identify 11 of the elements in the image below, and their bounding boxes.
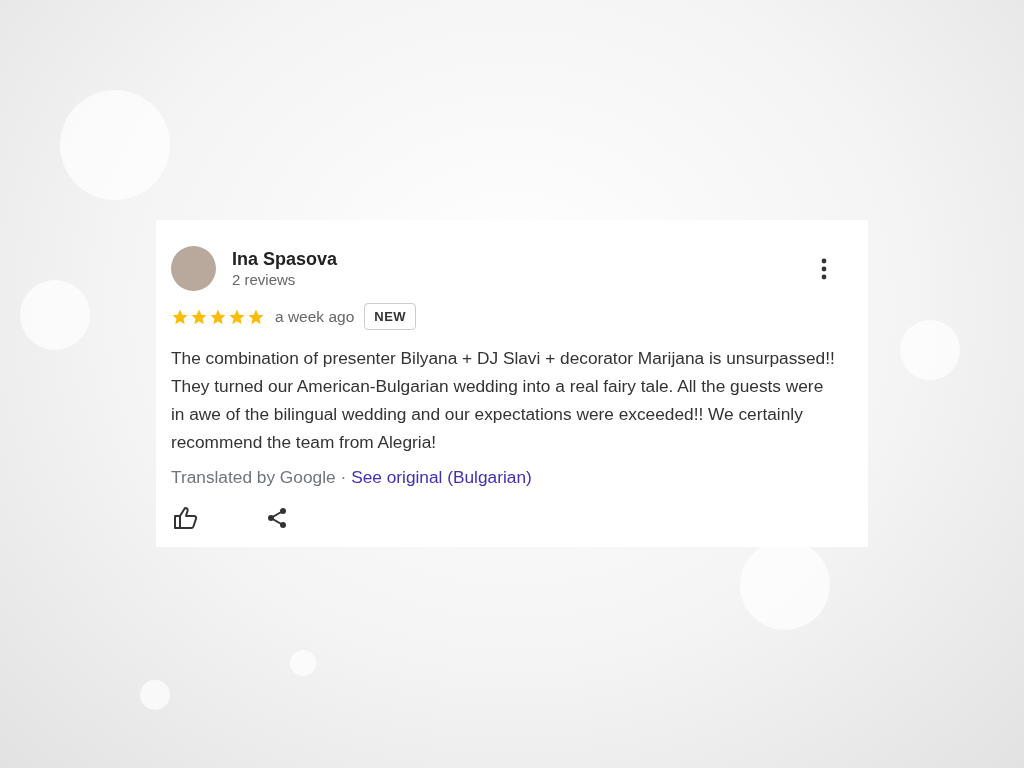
review-count: 2 reviews: [232, 269, 297, 290]
more-icon: [821, 257, 827, 280]
avatar: [171, 246, 216, 291]
author-name: Ina Spasova: [232, 247, 339, 270]
share-icon: [265, 506, 289, 530]
new-badge: NEW: [364, 303, 417, 330]
review-time: a week ago: [275, 307, 355, 326]
translation-note: Translated by Google ·: [171, 467, 347, 488]
review-text: The combination of presenter Bilyana + DJ Slavi + decorator Marijana is unsurpassed!! They turned our American-Bulgarian wedding into a real fairy tale. All the guests were in awe of the bilingual wedding and our expectations were exceeded!! We certainly recommend the team from Alegria!: [171, 347, 836, 454]
thumbs-up-icon: [173, 506, 199, 530]
see-original-link[interactable]: See original (Bulgarian): [351, 467, 532, 488]
